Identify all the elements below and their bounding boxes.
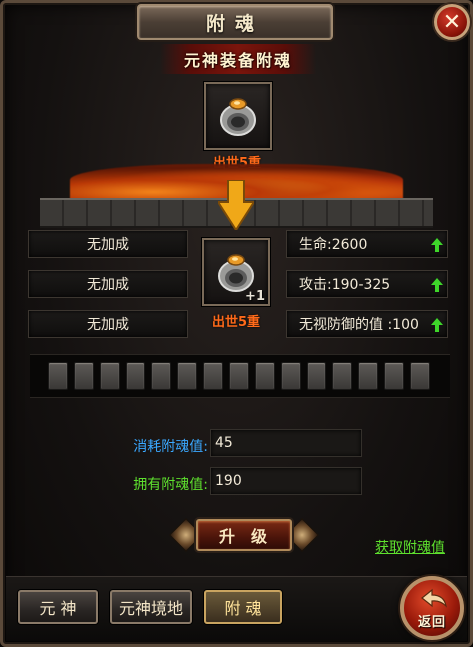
soul-slot	[229, 362, 249, 390]
enhance-level: +1	[245, 289, 265, 304]
bonus-row: 无加成	[28, 270, 188, 298]
up-arrow-icon	[431, 238, 443, 252]
stat-row: 无视防御的值 :100	[286, 310, 448, 338]
soul-slot	[254, 362, 275, 390]
close-icon: ✕	[442, 9, 462, 35]
consume-value: 45	[210, 429, 362, 457]
bonus-row: 无加成	[28, 310, 188, 338]
subtitle-text: 元神装备附魂	[183, 51, 292, 70]
soul-slot	[306, 362, 327, 390]
get-soul-value-link[interactable]: 获取附魂值	[375, 537, 445, 557]
tab-soul-attach[interactable]: 附 魂	[204, 590, 282, 624]
soul-slot	[99, 362, 120, 390]
owned-label: 拥有附魂值:	[133, 477, 208, 493]
return-button[interactable]: 返回	[400, 576, 464, 640]
soul-slot	[203, 362, 224, 390]
up-arrow-icon	[431, 318, 443, 332]
return-arrow-icon	[421, 588, 447, 608]
up-arrow-icon	[431, 278, 443, 292]
tab-yuanshen-realm[interactable]: 元神境地	[110, 590, 192, 624]
bonus-text: 无加成	[87, 277, 129, 293]
soul-slot	[48, 362, 68, 390]
soul-slot	[151, 362, 172, 390]
close-button[interactable]: ✕	[434, 4, 470, 40]
bonus-row: 无加成	[28, 230, 188, 258]
return-label: 返回	[417, 615, 446, 630]
source-item-slot[interactable]	[204, 82, 272, 150]
target-item-caption: 出世5重	[211, 315, 261, 330]
tab-yuanshen[interactable]: 元 神	[18, 590, 98, 624]
soul-slot	[358, 362, 379, 390]
soul-slot	[73, 362, 94, 390]
soul-slot	[177, 362, 198, 390]
soul-slots	[48, 362, 432, 390]
upgrade-button[interactable]: 升级	[196, 519, 292, 551]
stat-text: 生命:2600	[299, 237, 368, 253]
title-bar: 附魂	[137, 4, 333, 40]
subtitle-banner: 元神装备附魂	[160, 44, 316, 74]
owned-value: 190	[210, 467, 362, 495]
soul-slot	[332, 362, 353, 390]
stat-row: 攻击:190-325	[286, 270, 448, 298]
stat-text: 无视防御的值 :100	[299, 317, 419, 333]
bonus-text: 无加成	[87, 237, 129, 253]
soul-slot	[125, 362, 146, 390]
panel-title: 附魂	[205, 12, 264, 35]
soul-slot	[410, 362, 430, 390]
down-arrow-icon	[218, 180, 254, 230]
stat-text: 攻击:190-325	[299, 277, 391, 293]
soul-slot	[280, 362, 301, 390]
stat-row: 生命:2600	[286, 230, 448, 258]
soul-slot	[384, 362, 405, 390]
ring-icon	[220, 98, 256, 136]
consume-label: 消耗附魂值:	[133, 439, 208, 455]
bonus-text: 无加成	[87, 317, 129, 333]
target-item-slot[interactable]: +1	[202, 238, 270, 306]
